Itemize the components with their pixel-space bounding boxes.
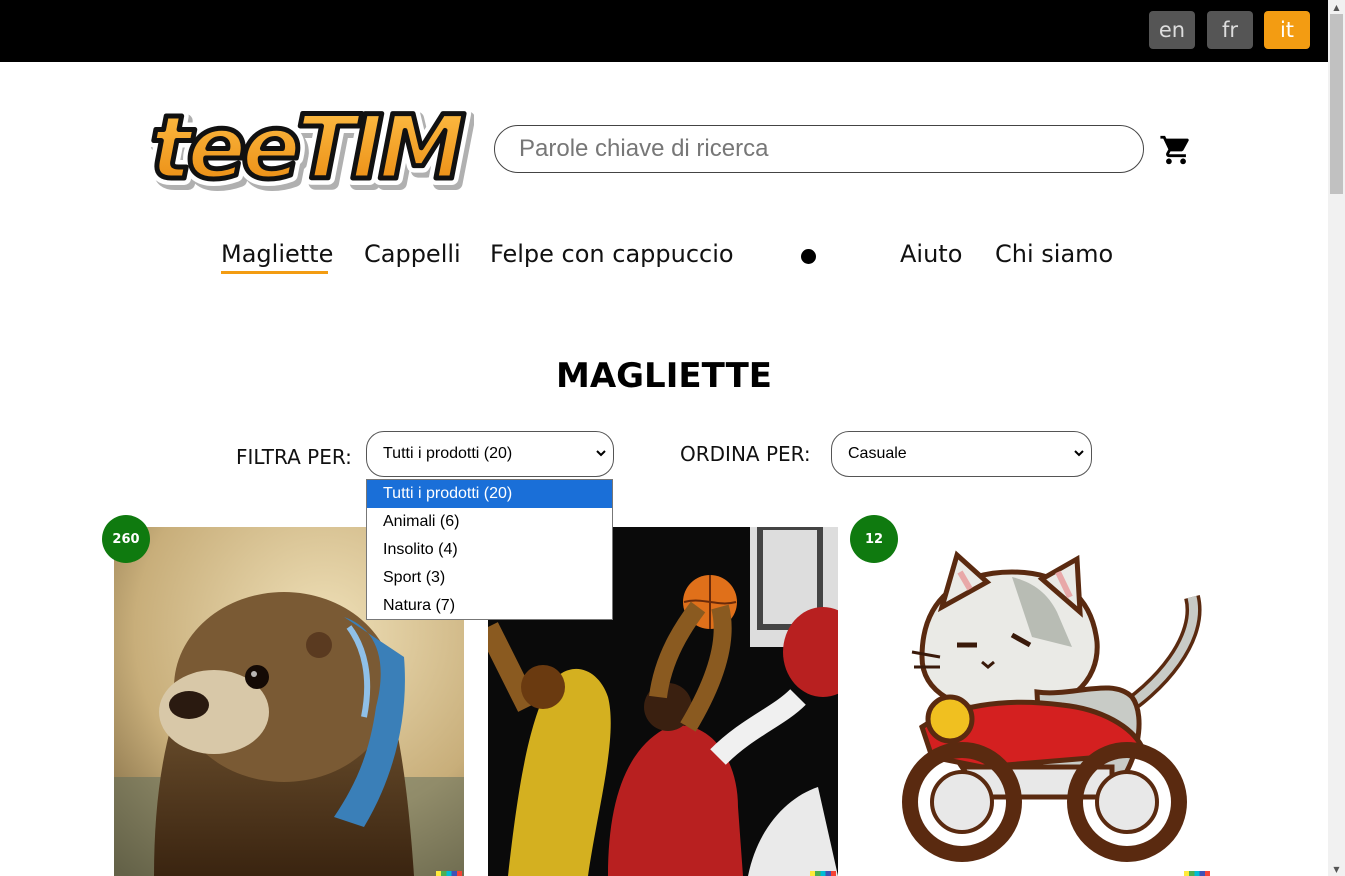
svg-text:teeTIM: teeTIM: [150, 96, 466, 196]
product-badge: 12: [850, 515, 898, 563]
cart-icon[interactable]: [1158, 133, 1194, 167]
sort-label: ORDINA PER:: [680, 442, 811, 466]
filter-select-value: Tutti i prodotti (20): [383, 445, 513, 462]
page-scrollbar[interactable]: ▲ ▼: [1328, 0, 1345, 876]
sort-select[interactable]: Casuale: [831, 431, 1092, 477]
image-corner-mark: [1184, 871, 1210, 876]
language-bar: [0, 0, 1328, 62]
filter-option[interactable]: Sport (3): [367, 564, 612, 592]
nav-magliette[interactable]: Magliette: [221, 240, 333, 268]
chevron-down-icon: [596, 450, 606, 457]
nav-felpe[interactable]: Felpe con cappuccio: [490, 240, 734, 268]
search-input[interactable]: Parole chiave di ricerca: [494, 125, 1144, 173]
filter-option[interactable]: Insolito (4): [367, 536, 612, 564]
lang-it-button[interactable]: it: [1264, 11, 1310, 49]
filter-select[interactable]: Tutti i prodotti (20): [366, 431, 614, 477]
filter-option[interactable]: Animali (6): [367, 508, 612, 536]
sort-select-value: Casuale: [848, 445, 907, 462]
product-image: [862, 527, 1212, 876]
teetim-logo[interactable]: teeTIM teeTIM teeTIM: [142, 88, 474, 196]
product-badge: 260: [102, 515, 150, 563]
product-card-cat[interactable]: [862, 527, 1212, 876]
image-corner-mark: [810, 871, 836, 876]
nav-chi-siamo[interactable]: Chi siamo: [995, 240, 1113, 268]
image-corner-mark: [436, 871, 462, 876]
filter-dropdown-list[interactable]: Tutti i prodotti (20) Animali (6) Insoli…: [366, 479, 613, 620]
filter-option[interactable]: Natura (7): [367, 592, 612, 620]
chevron-down-icon: [1074, 450, 1084, 457]
filter-option[interactable]: Tutti i prodotti (20): [367, 480, 612, 508]
scroll-down-arrow-icon[interactable]: ▼: [1328, 862, 1345, 876]
nav-aiuto[interactable]: Aiuto: [900, 240, 962, 268]
nav-cappelli[interactable]: Cappelli: [364, 240, 461, 268]
scroll-up-arrow-icon[interactable]: ▲: [1328, 0, 1345, 14]
page-title: MAGLIETTE: [556, 356, 772, 396]
nav-active-indicator: [221, 271, 328, 274]
search-placeholder: Parole chiave di ricerca: [519, 135, 769, 162]
lang-fr-button[interactable]: fr: [1207, 11, 1253, 49]
lang-en-button[interactable]: en: [1149, 11, 1195, 49]
nav-separator-dot: [801, 249, 816, 264]
filter-label: FILTRA PER:: [236, 445, 352, 469]
scroll-thumb[interactable]: [1330, 14, 1343, 194]
